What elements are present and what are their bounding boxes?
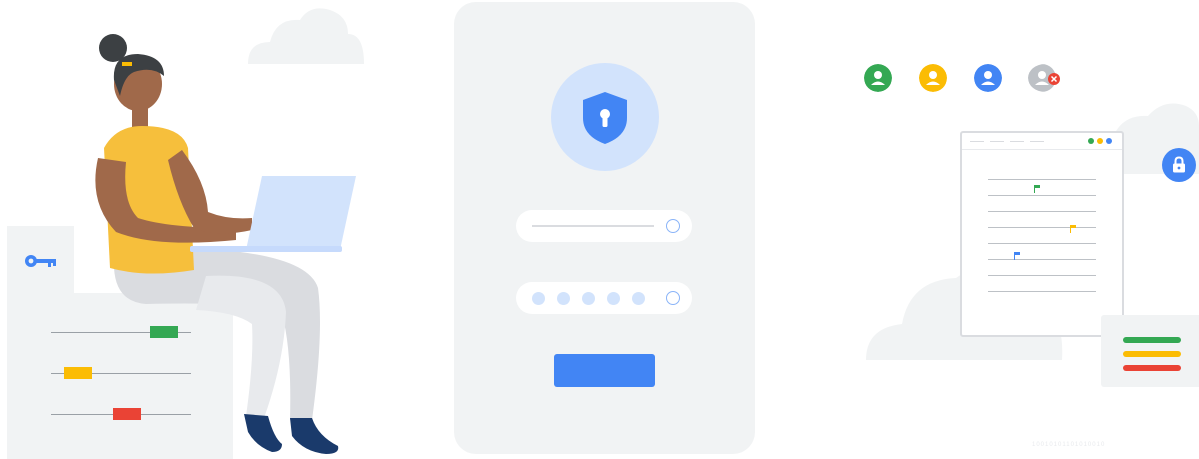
password-dot — [532, 292, 545, 305]
password-dot — [607, 292, 620, 305]
status-bar-green — [1123, 337, 1181, 343]
window-dot-green — [1088, 138, 1094, 144]
shield-badge — [551, 63, 659, 171]
security-illustration-scene: 10010101101010010 — [0, 0, 1199, 459]
user-avatar-green-icon — [864, 64, 892, 92]
flag-blue-icon — [1014, 252, 1020, 260]
shield-keyhole-icon — [583, 92, 627, 144]
password-dot — [557, 292, 570, 305]
user-avatar-blue-icon — [974, 64, 1002, 92]
password-field[interactable] — [516, 282, 692, 314]
status-bar-red — [1123, 365, 1181, 371]
user-avatar-yellow-icon — [919, 64, 947, 92]
key-icon — [25, 255, 56, 267]
flag-green-icon — [1034, 185, 1040, 193]
watermark-text: 10010101101010010 — [1032, 442, 1106, 448]
username-field[interactable] — [516, 210, 692, 242]
woman-with-laptop-illustration — [95, 34, 356, 454]
flag-yellow-icon — [1070, 225, 1076, 233]
sign-in-button[interactable] — [554, 354, 655, 387]
password-dot — [632, 292, 645, 305]
window-dot-blue — [1106, 138, 1112, 144]
document-titlebar — [962, 133, 1122, 150]
lock-badge — [1162, 148, 1196, 182]
username-field-value-line — [532, 225, 654, 227]
lock-icon — [1173, 156, 1185, 173]
key-card — [7, 226, 74, 293]
document-window — [960, 131, 1124, 337]
password-dot — [582, 292, 595, 305]
check-icon — [666, 219, 680, 233]
user-avatar-removed-icon — [1028, 64, 1060, 92]
status-bars-card — [1101, 315, 1199, 387]
window-dot-yellow — [1097, 138, 1103, 144]
check-icon — [666, 291, 680, 305]
login-panel — [454, 2, 755, 454]
status-bar-yellow — [1123, 351, 1181, 357]
